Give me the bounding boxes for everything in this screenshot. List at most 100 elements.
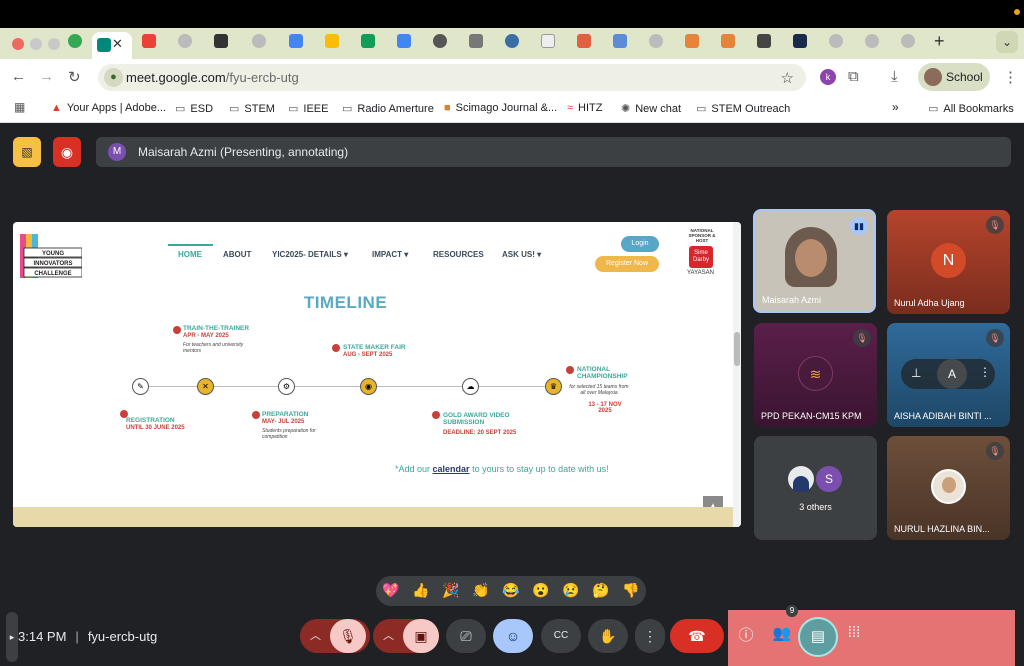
tab-calendar[interactable] [289,34,303,48]
tab-generic-4[interactable] [541,34,555,48]
close-tab-icon[interactable]: ✕ [112,36,123,52]
bookmark-stem[interactable]: ▭ STEM [229,102,275,115]
nav-home[interactable]: HOME [178,250,202,259]
chat-icon[interactable]: ▤ [798,617,838,657]
tab-generic-2[interactable] [252,34,266,48]
mute-participant-icon[interactable]: A [937,359,967,389]
captions-icon[interactable]: CC [541,619,581,653]
login-button[interactable]: Login [621,236,659,252]
reaction-thinking-icon[interactable]: 🤔 [591,582,611,599]
folder-icon: ▭ [928,103,939,115]
extensions-puzzle-icon[interactable]: ⧉ [848,68,859,85]
tab-gmail[interactable] [142,34,156,48]
tab-generic-6[interactable] [613,34,627,48]
tab-etsy-2[interactable] [721,34,735,48]
url-text[interactable]: meet.google.com/fyu-ercb-utg [126,70,299,85]
bookmark-radio[interactable]: ▭ Radio Amerture [342,102,434,115]
bookmark-esd[interactable]: ▭ ESD [175,102,213,115]
participant-tile[interactable]: ⊥ A ⋮ 🎙 AISHA ADIBAH BINTI ... [887,323,1010,427]
reaction-thumbs-down-icon[interactable]: 👎 [621,582,641,599]
forward-icon[interactable]: → [39,68,54,85]
participant-tile[interactable]: ≋ 🎙 PPD PEKAN-CM15 KPM [754,323,877,427]
tab-generic-8[interactable] [757,34,771,48]
bookmark-scimago[interactable]: ■ Scimago Journal &... [444,102,557,114]
bookmark-new-chat[interactable]: ✺ New chat [621,102,681,115]
nav-yic-details[interactable]: YIC2025- DETAILS ▾ [272,250,348,259]
new-tab-icon[interactable]: + [934,31,945,52]
tab-generic-3[interactable] [469,34,483,48]
nav-ask-us[interactable]: ASK US! ▾ [502,250,541,259]
activities-icon[interactable]: ⁞⁞⁞ [842,624,866,641]
mic-off-icon[interactable]: 🎙 [330,619,366,653]
info-icon[interactable]: ⓘ [734,624,758,645]
tab-etsy-1[interactable] [685,34,699,48]
tab-generic-5[interactable] [577,34,591,48]
reload-icon[interactable]: ↻ [68,68,81,86]
reaction-laugh-icon[interactable]: 😂 [501,582,521,599]
more-bookmarks-icon[interactable]: » [892,100,899,114]
tab-classroom[interactable] [325,34,339,48]
reaction-clap-icon[interactable]: 👏 [471,582,491,599]
extension-k-icon[interactable]: k [820,69,836,85]
tab-sn[interactable] [793,34,807,48]
bookmark-stem-outreach[interactable]: ▭ STEM Outreach [696,102,790,115]
pin-icon[interactable]: ⊥ [911,366,921,380]
tab-settings[interactable] [505,34,519,48]
people-icon[interactable]: 👥 [770,624,794,642]
profile-button[interactable]: School [918,63,990,91]
participant-tile[interactable]: S 3 others [754,436,877,540]
participant-tile[interactable]: N 🎙 Nurul Adha Ujang [887,210,1010,314]
nav-about[interactable]: ABOUT [223,250,251,259]
emoji-reactions-icon[interactable]: ☺ [493,619,533,653]
mic-in-use-icon[interactable]: ● [104,68,123,87]
minimize-window-button[interactable] [30,38,42,50]
close-window-button[interactable] [12,38,24,50]
reaction-surprised-icon[interactable]: 😮 [531,582,551,599]
tab-generic-11[interactable] [901,34,915,48]
leave-call-icon[interactable]: ☎ [670,619,724,653]
more-options-icon[interactable]: ⋮ [635,619,665,653]
present-screen-icon[interactable]: ⎚ [446,619,486,653]
participant-tile[interactable]: ▮▮ Maisarah Azmi [753,209,876,313]
calendar-link[interactable]: calendar [433,464,470,474]
bookmark-ieee[interactable]: ▭ IEEE [288,102,328,115]
tab-generic-7[interactable] [649,34,663,48]
apps-grid-icon[interactable]: ▦ [14,100,25,114]
more-options-icon[interactable]: ⋮ [979,365,991,379]
video-options-chevron-icon[interactable]: ︿ [383,619,394,653]
all-bookmarks[interactable]: ▭ All Bookmarks [928,102,1014,115]
reaction-heart-icon[interactable]: 💖 [381,582,401,599]
audio-options-chevron-icon[interactable]: ︿ [310,619,321,653]
bookmark-adobe[interactable]: ▲ Your Apps | Adobe... [51,102,166,114]
reaction-party-icon[interactable]: 🎉 [441,582,461,599]
stop-presenting-icon[interactable]: ▧ [13,137,41,167]
back-icon[interactable]: ← [11,68,26,85]
reaction-thumbs-up-icon[interactable]: 👍 [411,582,431,599]
address-bar[interactable]: ● meet.google.com/fyu-ercb-utg ☆ [98,64,806,91]
camera-off-icon[interactable]: ▣ [403,619,439,653]
tab-generic-1[interactable] [178,34,192,48]
tab-search-icon[interactable]: ⌄ [996,31,1018,53]
tab-generic-10[interactable] [865,34,879,48]
bookmark-hitz[interactable]: ≈ HITZ [567,102,603,114]
raise-hand-icon[interactable]: ✋ [588,619,628,653]
maximize-window-button[interactable] [48,38,60,50]
tab-calendar-2[interactable] [397,34,411,48]
nav-resources[interactable]: RESOURCES [433,250,484,259]
tab-drive[interactable] [361,34,375,48]
scroll-thumb[interactable] [734,332,740,366]
download-icon[interactable]: ⤓ [891,68,898,85]
participant-tile[interactable]: 🎙 NURUL HAZLINA BIN... [887,436,1010,540]
scrollbar[interactable] [733,222,741,527]
tab-pkp[interactable] [214,34,228,48]
tab-whatsapp[interactable] [68,34,82,48]
menu-kebab-icon[interactable]: ⋮ [1003,68,1018,86]
tab-chatgpt[interactable] [433,34,447,48]
record-icon[interactable]: ◉ [53,137,81,167]
side-handle-icon[interactable]: ▸ [6,612,18,662]
tab-generic-9[interactable] [829,34,843,48]
reaction-sad-icon[interactable]: 😢 [561,582,581,599]
register-button[interactable]: Register Now [595,256,659,272]
nav-impact[interactable]: IMPACT ▾ [372,250,408,259]
bookmark-star-icon[interactable]: ☆ [781,69,794,87]
